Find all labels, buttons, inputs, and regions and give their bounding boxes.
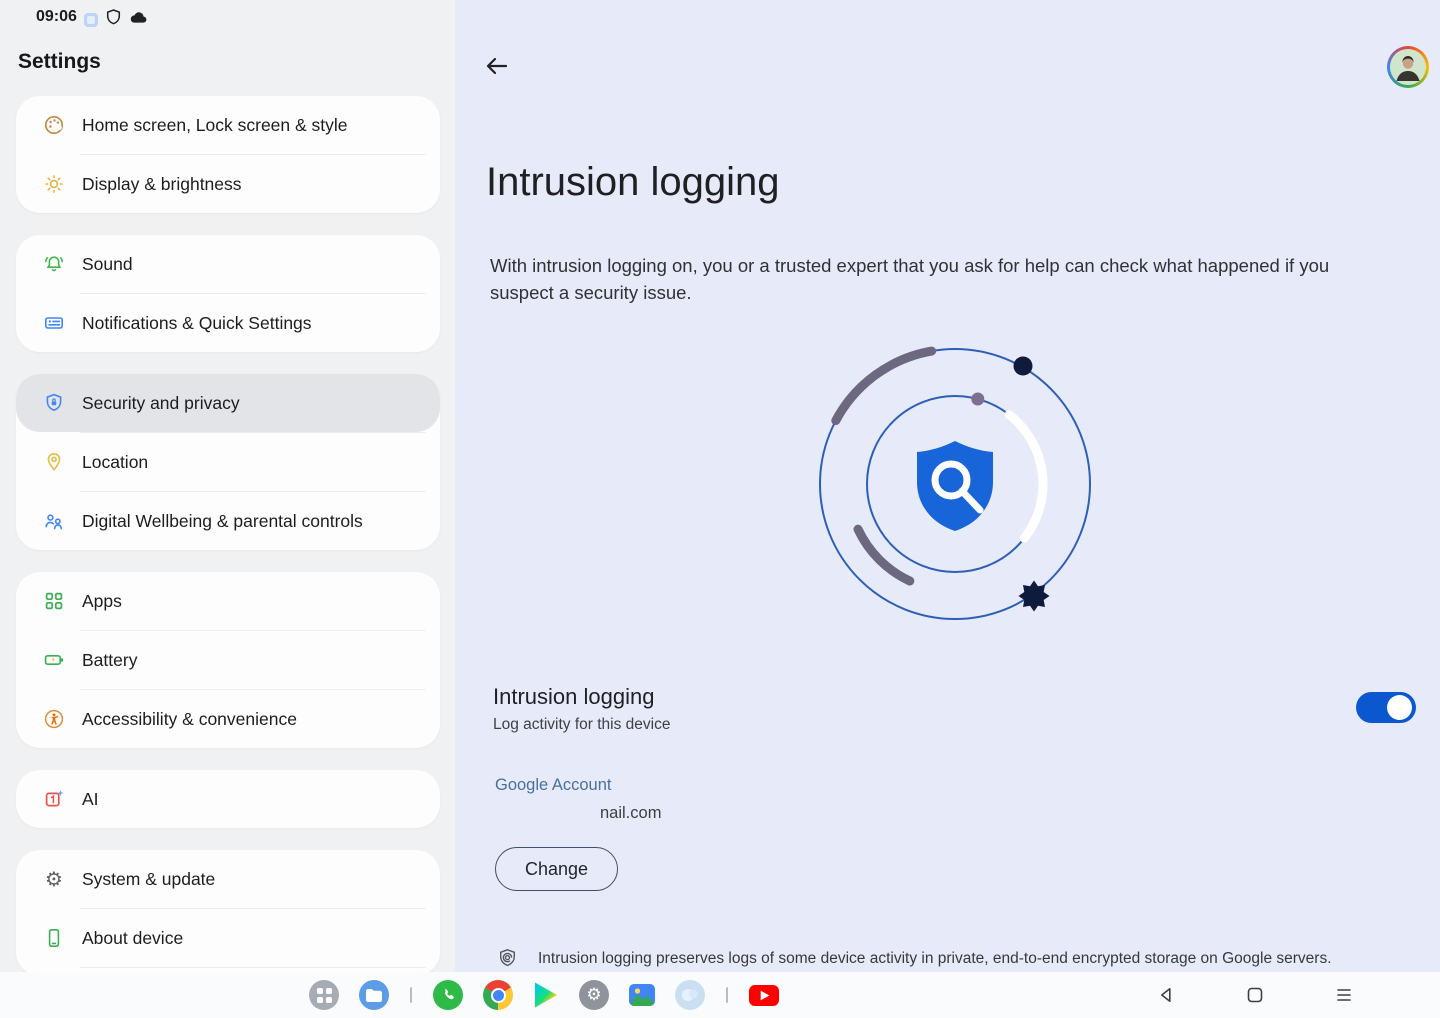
footnote-text: Intrusion logging preserves logs of some…	[538, 948, 1332, 969]
ai-icon	[42, 787, 66, 811]
nav-home-icon[interactable]	[1245, 985, 1265, 1005]
divider	[409, 987, 413, 1003]
account-email: nail.com	[600, 804, 661, 823]
sidebar-item-ai[interactable]: AI	[16, 770, 440, 828]
toggle-row-title: Intrusion logging	[493, 684, 654, 710]
back-arrow-icon[interactable]	[480, 52, 512, 82]
settings-menu: Home screen, Lock screen & style Display …	[16, 96, 440, 976]
settings-card: Apps Battery Accessibility & convenience	[16, 572, 440, 748]
sidebar-item-accessibility-convenience[interactable]: Accessibility & convenience	[16, 690, 440, 748]
sidebar-item-label: Display & brightness	[82, 174, 242, 195]
settings-card: Home screen, Lock screen & style Display …	[16, 96, 440, 213]
sidebar-item-apps[interactable]: Apps	[16, 572, 440, 630]
sidebar-item-label: Battery	[82, 650, 137, 671]
sidebar-item-location[interactable]: Location	[16, 433, 440, 491]
sidebar-item-digital-wellbeing-parental-controls[interactable]: Digital Wellbeing & parental controls	[16, 492, 440, 550]
taskbar: ⚙	[0, 972, 1440, 1018]
settings-card: AI	[16, 770, 440, 828]
play-store-icon[interactable]	[533, 981, 559, 1009]
sidebar-item-label: Security and privacy	[82, 393, 240, 414]
sidebar-item-label: Location	[82, 452, 148, 473]
change-account-button[interactable]: Change	[495, 847, 618, 891]
settings-card: Sound Notifications & Quick Settings	[16, 235, 440, 352]
notification-app-icon	[84, 13, 98, 27]
youtube-icon[interactable]	[749, 985, 779, 1006]
nav-back-icon[interactable]	[1156, 985, 1176, 1005]
cloud-icon	[129, 10, 148, 29]
phone-icon	[42, 926, 66, 950]
people-icon	[42, 509, 66, 533]
sidebar-item-label: Accessibility & convenience	[82, 709, 297, 730]
sidebar-item-sound[interactable]: Sound	[16, 235, 440, 293]
sun-icon	[42, 172, 66, 196]
settings-icon[interactable]: ⚙	[579, 980, 609, 1010]
accessibility-icon	[42, 707, 66, 731]
shield-icon	[42, 391, 66, 415]
settings-card: Security and privacy Location Digital Well…	[16, 374, 440, 550]
avatar-photo	[1390, 49, 1426, 85]
intrusion-logging-panel: Intrusion logging With intrusion logging…	[455, 0, 1440, 1018]
sidebar-item-label: System & update	[82, 869, 215, 890]
shield-status-icon	[106, 9, 121, 30]
intrusion-illustration	[805, 334, 1105, 634]
palette-icon	[42, 113, 66, 137]
gear-icon: ⚙	[42, 867, 66, 891]
account-avatar[interactable]	[1387, 46, 1429, 88]
google-account-link[interactable]: Google Account	[495, 776, 612, 795]
bell-icon	[42, 252, 66, 276]
page-description: With intrusion logging on, you or a trus…	[490, 252, 1370, 306]
toggle-row-subtitle: Log activity for this device	[493, 716, 670, 734]
sidebar-item-label: Home screen, Lock screen & style	[82, 115, 348, 136]
translucent-app-icon[interactable]	[675, 980, 705, 1010]
grid-icon	[42, 589, 66, 613]
chrome-icon[interactable]	[483, 980, 513, 1010]
sidebar-item-about-device[interactable]: About device	[16, 909, 440, 967]
page-title: Intrusion logging	[486, 160, 780, 205]
sidebar-item-security-and-privacy[interactable]: Security and privacy	[16, 374, 440, 432]
sidebar-item-display-brightness[interactable]: Display & brightness	[16, 155, 440, 213]
sidebar-item-home-screen-lock-screen-style[interactable]: Home screen, Lock screen & style	[16, 96, 440, 154]
settings-card: ⚙ System & update About device	[16, 850, 440, 976]
app-drawer-icon[interactable]	[309, 980, 339, 1010]
nav-recents-icon[interactable]	[1334, 985, 1354, 1005]
divider	[725, 987, 729, 1003]
page-title-settings: Settings	[18, 50, 101, 74]
gallery-icon[interactable]	[629, 984, 655, 1006]
intrusion-logging-toggle[interactable]	[1356, 692, 1416, 723]
clock: 09:06	[36, 8, 77, 26]
sidebar-item-battery[interactable]: Battery	[16, 631, 440, 689]
notifcard-icon	[42, 311, 66, 335]
battery-icon	[42, 648, 66, 672]
phone-icon[interactable]	[433, 980, 463, 1010]
sidebar-item-label: Sound	[82, 254, 133, 275]
sidebar-item-label: Apps	[82, 591, 122, 612]
sidebar-item-label: About device	[82, 928, 183, 949]
divider	[80, 967, 426, 968]
footnote: Intrusion logging preserves logs of some…	[497, 948, 1397, 974]
sidebar-item-label: Notifications & Quick Settings	[82, 313, 312, 334]
sidebar-item-system-update[interactable]: ⚙ System & update	[16, 850, 440, 908]
encrypted-storage-icon	[497, 948, 518, 974]
pin-icon	[42, 450, 66, 474]
dock-apps: ⚙	[309, 972, 779, 1018]
toggle-knob	[1387, 695, 1412, 720]
sidebar-item-label: AI	[82, 789, 99, 810]
sidebar-item-label: Digital Wellbeing & parental controls	[82, 511, 363, 532]
status-left-icons	[84, 9, 148, 30]
sidebar-item-notifications-quick-settings[interactable]: Notifications & Quick Settings	[16, 294, 440, 352]
files-icon[interactable]	[359, 980, 389, 1010]
